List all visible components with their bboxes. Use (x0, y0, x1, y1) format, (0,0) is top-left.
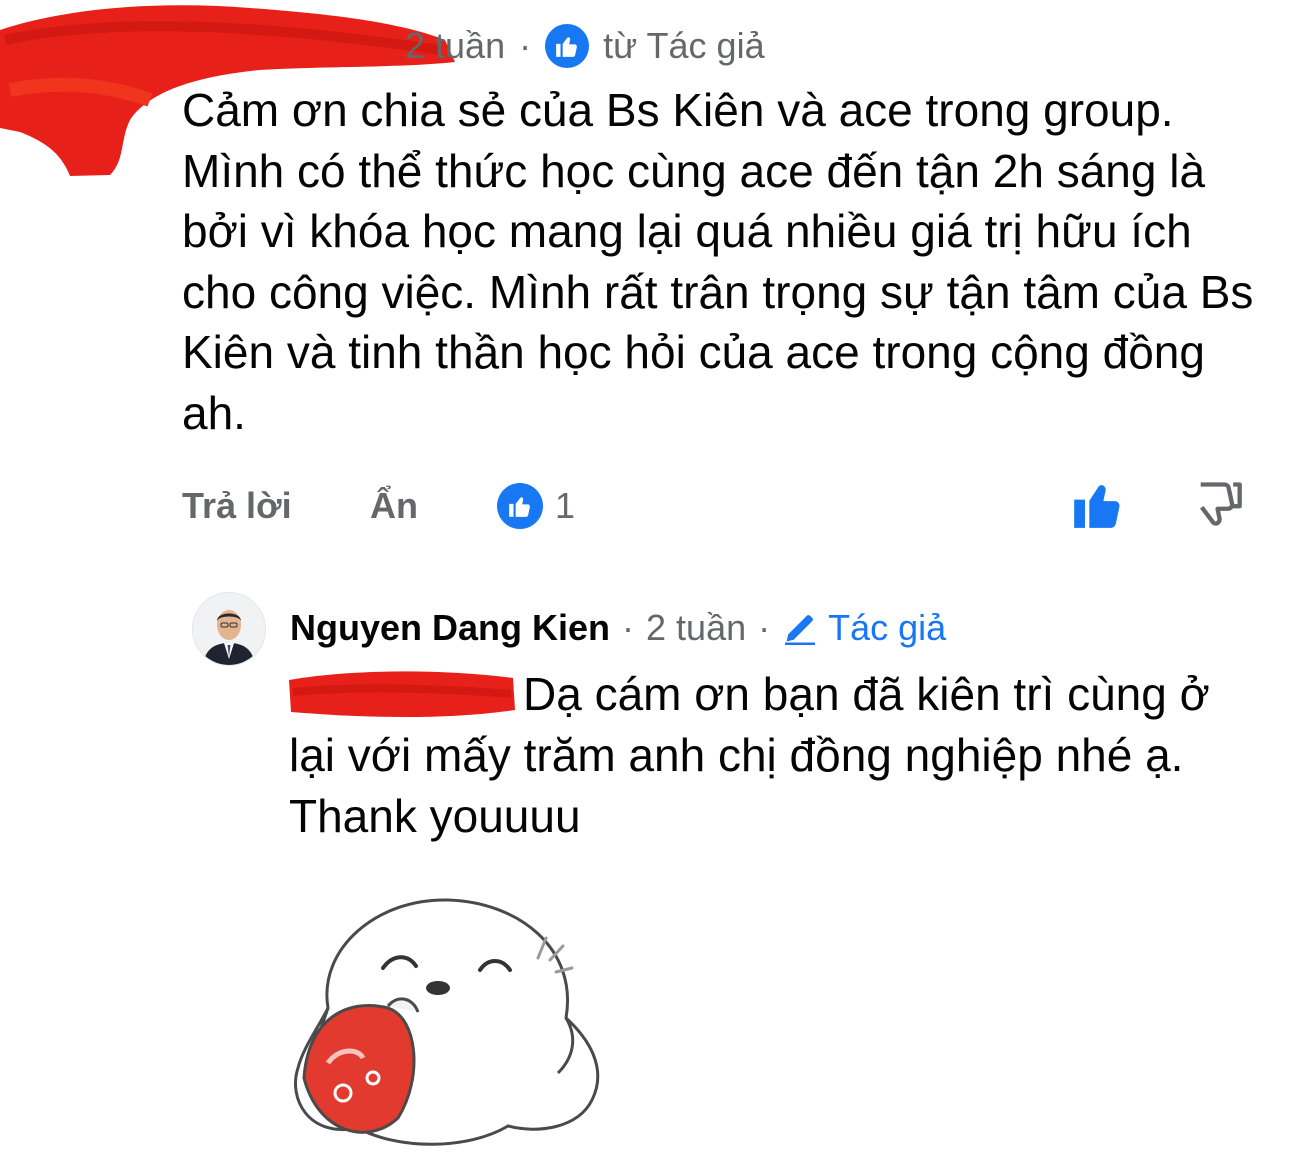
reaction-summary[interactable]: 1 (497, 483, 575, 529)
avatar[interactable] (192, 592, 266, 666)
by-author-label: từ Tác giả (603, 25, 765, 66)
reply-author-name[interactable]: Nguyen Dang Kien (290, 607, 610, 649)
author-badge: Tác giả (782, 607, 946, 649)
meta-separator: · (622, 607, 635, 648)
hide-button[interactable]: Ẩn (370, 485, 497, 527)
author-tag-label: Tác giả (828, 607, 947, 648)
redaction-scribble (289, 671, 515, 717)
reply-time: 2 tuần (646, 607, 747, 648)
downvote-icon[interactable] (1192, 478, 1244, 530)
upvote-icon[interactable] (1072, 478, 1124, 530)
pencil-icon (785, 615, 816, 645)
reply-button[interactable]: Trả lời (182, 485, 370, 527)
comment-body: Cảm ơn chia sẻ của Bs Kiên và ace trong … (182, 84, 1254, 439)
reply-meta: Nguyen Dang Kien · 2 tuần · Tác giả (290, 604, 946, 652)
meta-separator: · (758, 607, 771, 648)
dog-hugging-heart-sticker (294, 898, 600, 1146)
top-comment-meta: 2 tuần · từ Tác giả (405, 22, 765, 70)
thumbs-up-icon (545, 24, 590, 68)
comment-actions: Trả lời Ẩn 1 (182, 478, 575, 534)
reaction-count: 1 (555, 485, 576, 526)
meta-separator: · (519, 25, 532, 66)
like-reaction-icon (497, 483, 543, 529)
comment-time: 2 tuần (405, 25, 506, 66)
